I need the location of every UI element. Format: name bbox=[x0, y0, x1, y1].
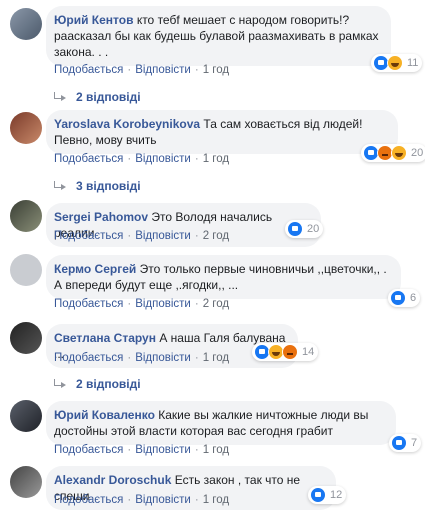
avatar[interactable] bbox=[10, 254, 42, 286]
haha-icon bbox=[387, 55, 403, 71]
comment-actions: Подобається · Відповісти · 1 год bbox=[54, 153, 230, 165]
like-button[interactable]: Подобається bbox=[54, 352, 123, 364]
reply-button[interactable]: Відповісти bbox=[135, 230, 191, 242]
reaction-summary[interactable]: 20 bbox=[361, 144, 425, 162]
comment-time[interactable]: 1 год bbox=[203, 494, 229, 506]
comment-time[interactable]: 2 год bbox=[203, 298, 229, 310]
view-replies-link[interactable]: 2 відповіді bbox=[54, 90, 141, 104]
reply-button[interactable]: Відповісти bbox=[135, 352, 191, 364]
avatar[interactable] bbox=[10, 8, 42, 40]
reaction-summary[interactable]: 6 bbox=[388, 289, 421, 307]
comment-author[interactable]: Yaroslava Korobeynikova bbox=[54, 117, 200, 131]
reaction-summary[interactable]: 14 bbox=[252, 343, 319, 361]
comment-author[interactable]: Alexandr Doroschuk bbox=[54, 473, 171, 487]
comment-author[interactable]: Юрий Кентов bbox=[54, 13, 133, 27]
reply-arrow-icon bbox=[54, 379, 68, 389]
reply-arrow-icon bbox=[54, 181, 68, 191]
comment-actions: Подобається · Відповісти · 1 год bbox=[54, 444, 230, 456]
like-icon bbox=[310, 487, 326, 503]
comment-actions: Подобається · Відповісти · 1 год bbox=[54, 494, 230, 506]
comment-time[interactable]: 1 год bbox=[203, 352, 229, 364]
comment-actions: Подобається · Відповісти · 1 год bbox=[54, 64, 230, 76]
like-icon bbox=[390, 290, 406, 306]
reaction-count: 20 bbox=[411, 147, 424, 159]
avatar[interactable] bbox=[10, 466, 42, 498]
comment-author[interactable]: Sergei Pahomov bbox=[54, 210, 148, 224]
comment-time[interactable]: 2 год bbox=[203, 230, 229, 242]
reply-arrow-icon bbox=[54, 92, 68, 102]
like-button[interactable]: Подобається bbox=[54, 153, 123, 165]
reaction-count: 20 bbox=[307, 223, 320, 235]
comment-actions: Подобається · Відповісти · 2 год bbox=[54, 298, 230, 310]
reaction-count: 11 bbox=[407, 57, 419, 69]
reply-button[interactable]: Відповісти bbox=[135, 444, 191, 456]
comment-author[interactable]: Юрий Коваленко bbox=[54, 408, 155, 422]
reaction-count: 7 bbox=[411, 437, 418, 449]
like-button[interactable]: Подобається bbox=[54, 494, 123, 506]
avatar[interactable] bbox=[10, 112, 42, 144]
like-button[interactable]: Подобається bbox=[54, 230, 123, 242]
reaction-summary[interactable]: 12 bbox=[308, 486, 347, 504]
reply-button[interactable]: Відповісти bbox=[135, 494, 191, 506]
reaction-summary[interactable]: 7 bbox=[389, 434, 422, 452]
comment-actions: Подобається · Відповісти · 1 год bbox=[54, 352, 230, 364]
reaction-summary[interactable]: 20 bbox=[285, 220, 324, 238]
reaction-count: 14 bbox=[302, 346, 315, 358]
reaction-summary[interactable]: 11 bbox=[371, 54, 423, 72]
comment-bubble: Юрий Коваленко Какие вы жалкие ничтожные… bbox=[46, 401, 396, 445]
haha-icon bbox=[391, 145, 407, 161]
avatar[interactable] bbox=[10, 200, 42, 232]
avatar[interactable] bbox=[10, 322, 42, 354]
reply-button[interactable]: Відповісти bbox=[135, 298, 191, 310]
comment-bubble: Yaroslava Korobeynikova Та сам ховається… bbox=[46, 110, 398, 154]
view-replies-link[interactable]: 2 відповіді bbox=[54, 377, 141, 391]
reaction-count: 6 bbox=[410, 292, 417, 304]
reply-button[interactable]: Відповісти bbox=[135, 153, 191, 165]
view-replies-link[interactable]: 3 відповіді bbox=[54, 179, 141, 193]
comment-actions: Подобається · Відповісти · 2 год bbox=[54, 230, 230, 242]
angry-icon bbox=[282, 344, 298, 360]
comment-author[interactable]: Кермо Сергей bbox=[54, 262, 136, 276]
like-icon bbox=[287, 221, 303, 237]
comment-time[interactable]: 1 год bbox=[203, 153, 229, 165]
comment-time[interactable]: 1 год bbox=[203, 64, 229, 76]
avatar[interactable] bbox=[10, 400, 42, 432]
comment-author[interactable]: Светлана Старун bbox=[54, 331, 156, 345]
like-button[interactable]: Подобається bbox=[54, 298, 123, 310]
comment-time[interactable]: 1 год bbox=[203, 444, 229, 456]
like-button[interactable]: Подобається bbox=[54, 64, 123, 76]
like-icon bbox=[391, 435, 407, 451]
reply-button[interactable]: Відповісти bbox=[135, 64, 191, 76]
like-button[interactable]: Подобається bbox=[54, 444, 123, 456]
comment-bubble: Кермо Сергей Это только первые чиновничь… bbox=[46, 255, 401, 299]
reaction-count: 12 bbox=[330, 489, 343, 501]
comment-bubble: Юрий Кентов кто тебf мешает с народом го… bbox=[46, 6, 391, 66]
